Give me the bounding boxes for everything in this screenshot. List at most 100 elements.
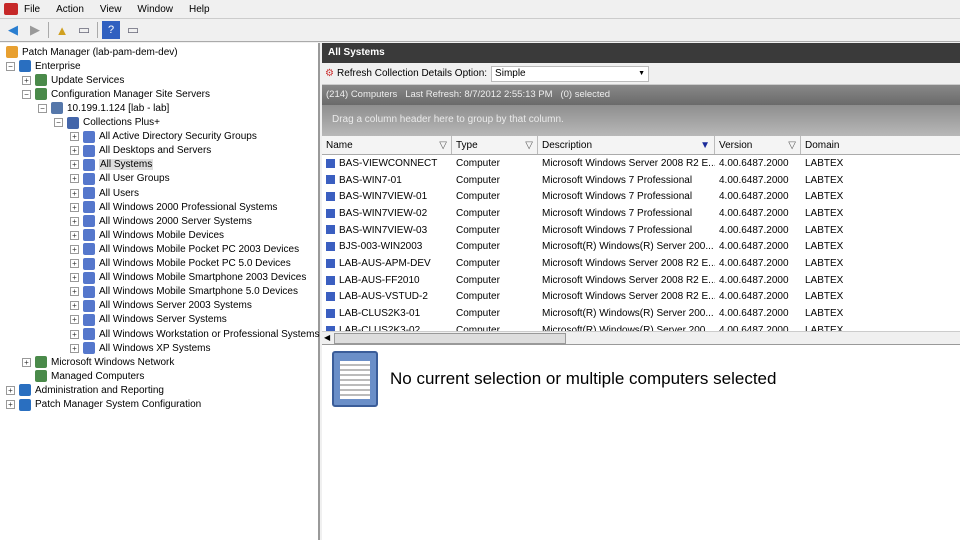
- column-label: Name: [326, 139, 353, 151]
- scroll-left-icon[interactable]: ◀: [324, 333, 330, 342]
- tree-node[interactable]: − Collections Plus+: [54, 116, 160, 130]
- tree-node[interactable]: + All Windows Server 2003 Systems: [70, 299, 252, 313]
- table-row[interactable]: LAB-AUS-VSTUD-2 Computer Microsoft Windows…: [322, 289, 960, 306]
- expand-icon[interactable]: +: [70, 160, 79, 170]
- tree-node[interactable]: + All Windows Mobile Pocket PC 5.0 Device…: [70, 257, 291, 271]
- tree-node[interactable]: Managed Computers: [22, 369, 144, 383]
- expand-icon[interactable]: +: [70, 273, 79, 283]
- tree-node[interactable]: + All Windows Mobile Smartphone 5.0 Devic…: [70, 285, 298, 299]
- column-header-domain[interactable]: Domain: [801, 136, 901, 154]
- tree-node[interactable]: + All Windows Mobile Smartphone 2003 Devi…: [70, 271, 306, 285]
- tree-node[interactable]: + All Windows 2000 Server Systems: [70, 214, 252, 228]
- expand-icon[interactable]: +: [70, 146, 79, 156]
- forward-icon[interactable]: ▶: [26, 21, 44, 39]
- filter-icon[interactable]: ▽: [439, 140, 447, 151]
- cell-text: 4.00.6487.2000: [719, 191, 789, 203]
- collapse-icon[interactable]: −: [6, 61, 15, 71]
- filter-icon[interactable]: ▽: [525, 140, 533, 151]
- filter-icon[interactable]: ▽: [788, 140, 796, 151]
- table-row[interactable]: LAB-CLUS2K3-01 Computer Microsoft(R) Windo…: [322, 305, 960, 322]
- table-cell: Computer: [452, 275, 538, 286]
- table-row[interactable]: BAS-WIN7-01 Computer Microsoft Windows 7 P…: [322, 172, 960, 189]
- tree-node[interactable]: + All Windows Workstation or Professional…: [70, 327, 319, 341]
- tree-node[interactable]: Patch Manager (lab-pam-dem-dev): [6, 45, 178, 59]
- tree-node[interactable]: + All User Groups: [70, 172, 170, 186]
- up-folder-icon[interactable]: ▲: [53, 21, 71, 39]
- expand-icon[interactable]: +: [22, 75, 31, 85]
- cell-text: Microsoft Windows Server 2008 R2 E...: [542, 291, 715, 303]
- tree-node[interactable]: + All Windows Server Systems: [70, 313, 227, 327]
- expand-icon[interactable]: +: [22, 357, 31, 367]
- table-cell: 4.00.6487.2000: [715, 258, 801, 269]
- column-header-description[interactable]: Description ▼: [538, 136, 715, 154]
- tree-node[interactable]: + All Windows Mobile Devices: [70, 228, 224, 242]
- menu-window[interactable]: Window: [137, 4, 173, 15]
- expand-icon[interactable]: +: [6, 385, 15, 395]
- expand-icon[interactable]: +: [70, 315, 79, 325]
- table-row[interactable]: BJS-003-WIN2003 Computer Microsoft(R) Wind…: [322, 238, 960, 255]
- tree-node[interactable]: + Microsoft Windows Network: [22, 355, 174, 369]
- expand-icon[interactable]: +: [70, 202, 79, 212]
- collapse-icon[interactable]: −: [22, 89, 31, 99]
- tree-node[interactable]: + Administration and Reporting: [6, 383, 164, 397]
- expand-icon[interactable]: +: [70, 329, 79, 339]
- tree-node[interactable]: + All Desktops and Servers: [70, 144, 211, 158]
- expand-icon[interactable]: +: [70, 216, 79, 226]
- table-row[interactable]: BAS-WIN7VIEW-02 Computer Microsoft Windows…: [322, 205, 960, 222]
- tree-node[interactable]: + Patch Manager System Configuration: [6, 398, 201, 412]
- tree-node[interactable]: − Configuration Manager Site Servers: [22, 87, 210, 101]
- menu-help[interactable]: Help: [189, 4, 210, 15]
- column-header-type[interactable]: Type ▽: [452, 136, 538, 154]
- table-row[interactable]: BAS-VIEWCONNECT Computer Microsoft Windows…: [322, 155, 960, 172]
- computer-icon: [326, 292, 335, 302]
- tree-node[interactable]: + Update Services: [22, 73, 124, 87]
- tree-node-label: Collections Plus+: [83, 117, 160, 128]
- table-row[interactable]: LAB-CLUS2K3-02 Computer Microsoft(R) Windo…: [322, 322, 960, 331]
- horizontal-scrollbar[interactable]: ◀: [322, 331, 960, 345]
- tree-node[interactable]: + All Windows Mobile Pocket PC 2003 Devic…: [70, 242, 299, 256]
- expand-icon[interactable]: +: [70, 343, 79, 353]
- show-action-pane-icon[interactable]: ▭: [124, 21, 142, 39]
- show-hide-tree-icon[interactable]: ▭: [75, 21, 93, 39]
- column-header-name[interactable]: Name ▽: [322, 136, 452, 154]
- tree-node[interactable]: + All Windows XP Systems: [70, 341, 211, 355]
- tree-node[interactable]: + All Systems: [70, 158, 154, 172]
- table-cell: LABTEX: [801, 291, 901, 302]
- scrollbar-thumb[interactable]: [334, 333, 566, 344]
- refresh-option-select[interactable]: Simple ▼: [491, 65, 650, 82]
- table-row[interactable]: LAB-AUS-FF2010 Computer Microsoft Windows …: [322, 272, 960, 289]
- help-icon[interactable]: ?: [102, 21, 120, 39]
- table-cell: 4.00.6487.2000: [715, 241, 801, 252]
- back-icon[interactable]: ◀: [4, 21, 22, 39]
- menu-view[interactable]: View: [100, 4, 122, 15]
- expand-icon[interactable]: +: [70, 188, 79, 198]
- tree-node[interactable]: − Enterprise: [6, 59, 81, 73]
- tree-node[interactable]: − 10.199.1.124 [lab - lab]: [38, 101, 169, 115]
- expand-icon[interactable]: +: [70, 301, 79, 311]
- expand-icon[interactable]: +: [70, 132, 79, 142]
- expand-icon[interactable]: +: [70, 244, 79, 254]
- tree-node[interactable]: + All Windows 2000 Professional Systems: [70, 200, 277, 214]
- computer-icon: [326, 175, 335, 185]
- collapse-icon[interactable]: −: [38, 103, 47, 113]
- expand-icon[interactable]: +: [70, 287, 79, 297]
- menu-file[interactable]: File: [24, 4, 40, 15]
- node-icon: [35, 370, 47, 383]
- table-row[interactable]: BAS-WIN7VIEW-03 Computer Microsoft Windows…: [322, 222, 960, 239]
- collapse-icon[interactable]: −: [54, 118, 63, 127]
- expand-icon[interactable]: +: [6, 400, 15, 409]
- expand-icon[interactable]: +: [70, 259, 79, 268]
- cell-text: LABTEX: [805, 241, 844, 253]
- table-row[interactable]: BAS-WIN7VIEW-01 Computer Microsoft Windows…: [322, 188, 960, 205]
- table-row[interactable]: LAB-AUS-APM-DEV Computer Microsoft Windows…: [322, 255, 960, 272]
- tree-node-label: Patch Manager (lab-pam-dem-dev): [22, 46, 178, 58]
- menu-action[interactable]: Action: [56, 4, 84, 15]
- expand-icon[interactable]: +: [70, 174, 79, 184]
- tree-node[interactable]: + All Users: [70, 186, 139, 200]
- filter-active-icon[interactable]: ▼: [700, 140, 710, 151]
- column-header-version[interactable]: Version ▽: [715, 136, 801, 154]
- tree-node[interactable]: + All Active Directory Security Groups: [70, 130, 257, 144]
- group-by-area[interactable]: Drag a column header here to group by th…: [322, 105, 960, 136]
- table-cell: Microsoft Windows 7 Professional: [538, 175, 715, 186]
- expand-icon[interactable]: +: [70, 230, 79, 240]
